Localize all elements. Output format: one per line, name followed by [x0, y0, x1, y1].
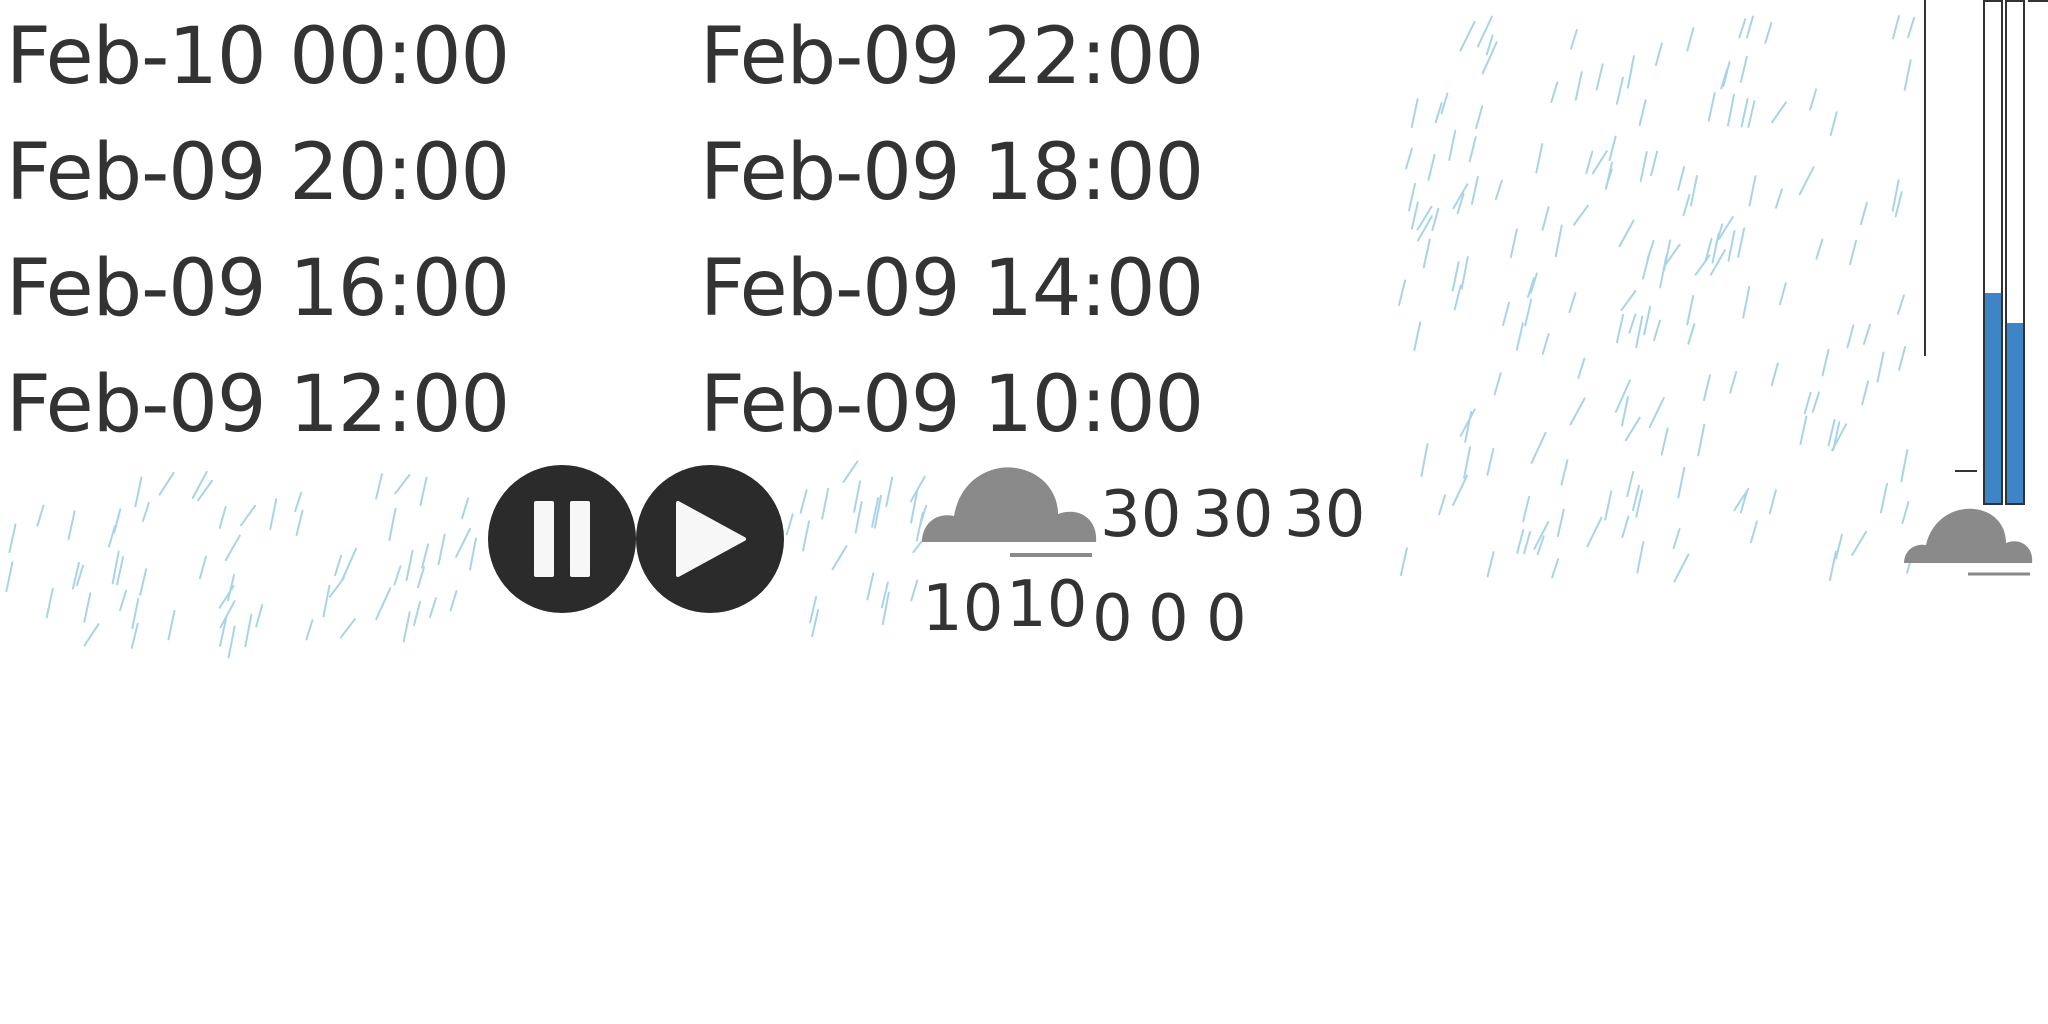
level-bar-fill: [2007, 322, 2023, 503]
tick-mark: [2028, 0, 2048, 2]
time-label[interactable]: Feb-09 16:00: [6, 244, 510, 334]
time-label[interactable]: Feb-09 10:00: [700, 360, 1204, 450]
pause-icon: [534, 501, 590, 577]
level-bar: [1983, 0, 2003, 505]
play-icon: [676, 501, 746, 577]
cloud-bottom-value: 10: [1006, 568, 1088, 642]
time-label[interactable]: Feb-09 22:00: [700, 12, 1204, 102]
time-label[interactable]: Feb-09 14:00: [700, 244, 1204, 334]
weather-animation-view: Feb-10 00:00 Feb-09 22:00 Feb-09 20:00 F…: [0, 0, 2048, 1024]
time-label[interactable]: Feb-09 12:00: [6, 360, 510, 450]
cloud-icon: [920, 462, 1100, 562]
cloud-bottom-value: 0: [1148, 582, 1189, 656]
pause-button[interactable]: [488, 465, 636, 613]
time-label[interactable]: Feb-09 20:00: [6, 128, 510, 218]
level-bar-fill: [1985, 292, 2001, 503]
time-label[interactable]: Feb-09 18:00: [700, 128, 1204, 218]
cloud-top-value: 30: [1100, 478, 1182, 552]
cloud-bottom-value: 0: [1092, 582, 1133, 656]
cloud-top-value: 30: [1284, 478, 1366, 552]
time-label[interactable]: Feb-10 00:00: [6, 12, 510, 102]
divider-line: [1924, 0, 1926, 356]
cloud-bottom-value: 10: [922, 572, 1004, 646]
tick-mark: [1955, 470, 1977, 472]
cloud-top-value: 30: [1192, 478, 1274, 552]
cloud-icon: [1902, 505, 2034, 581]
level-bar: [2005, 0, 2025, 505]
play-button[interactable]: [636, 465, 784, 613]
cloud-bottom-value: 0: [1206, 582, 1247, 656]
